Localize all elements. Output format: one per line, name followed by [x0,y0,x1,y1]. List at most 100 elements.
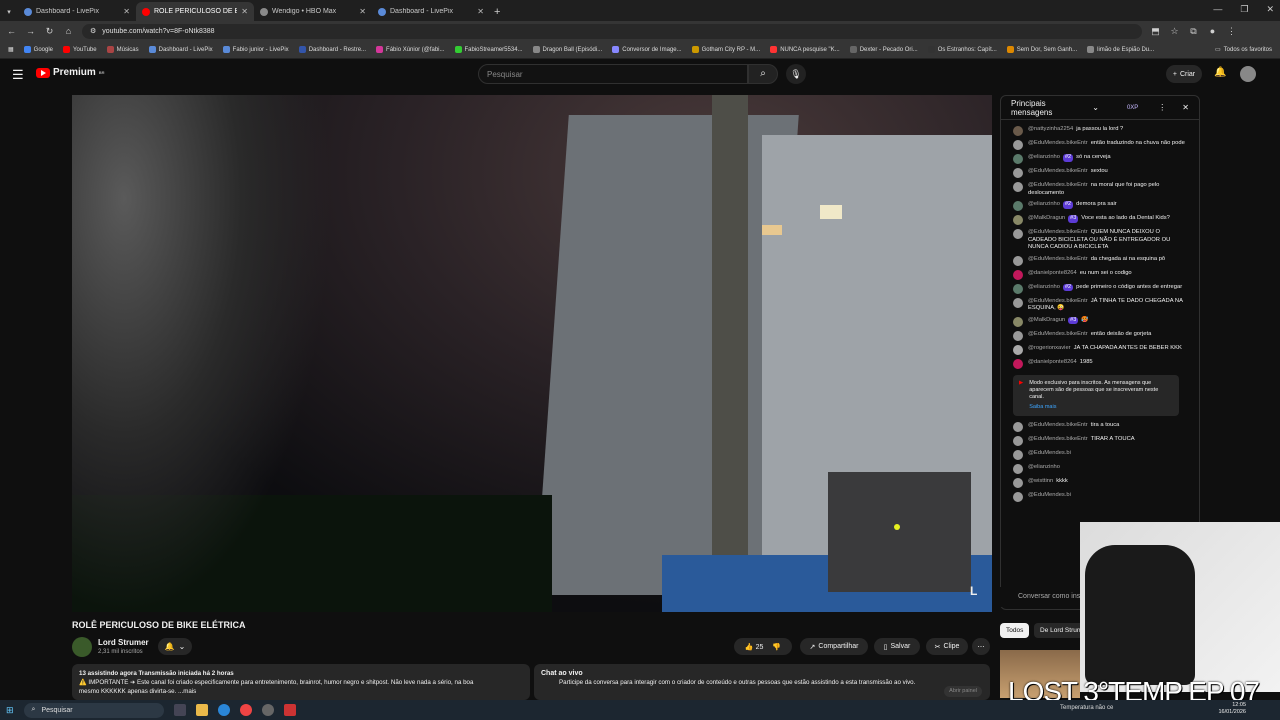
close-icon[interactable]: ✕ [1182,103,1189,112]
file-explorer-icon[interactable] [195,704,208,716]
chrome-icon[interactable] [239,704,252,716]
forward-icon[interactable]: → [25,26,36,36]
chat-avatar[interactable] [1013,201,1023,211]
chat-avatar[interactable] [1013,140,1023,150]
bookmark-item[interactable]: Gotham City RP - M... [691,46,760,53]
profile-icon[interactable]: ● [1207,26,1218,36]
apps-icon[interactable]: ▦ [8,46,14,53]
bookmark-item[interactable]: Sem Dor, Sem Ganh... [1006,46,1077,53]
tab-list-button[interactable]: ▾ [0,2,18,21]
app-icon[interactable] [283,704,296,716]
bookmark-item[interactable]: Fábio Xúnior (@fabi... [376,46,445,53]
chat-author[interactable]: @nattyzinha2254 [1028,126,1073,132]
bookmark-item[interactable]: Google [23,46,53,53]
share-button[interactable]: ↗ Compartilhar [800,638,868,655]
search-input[interactable]: Pesquisar [478,64,748,84]
chat-author[interactable]: @elianzinho [1028,154,1060,160]
channel-name[interactable]: Lord Strumer [98,638,149,647]
chat-author[interactable]: @wisttinn [1028,478,1053,484]
chat-author[interactable]: @EduMendes.bikeEntr [1028,168,1088,174]
close-tab-icon[interactable]: ✕ [359,7,366,16]
chat-avatar[interactable] [1013,344,1023,355]
chat-avatar[interactable] [1013,215,1023,225]
chat-avatar[interactable] [1013,316,1023,327]
bookmark-item[interactable]: Dashboard - LivePix [148,46,213,53]
chat-avatar[interactable] [1013,126,1023,136]
edge-icon[interactable] [217,704,230,716]
chat-avatar[interactable] [1013,168,1023,178]
chat-author[interactable]: @EduMendes.bikeEntr [1028,436,1088,442]
new-tab-icon[interactable]: + [494,2,500,21]
chat-author[interactable]: @EduMendes.bikeEntr [1028,422,1088,428]
chat-avatar[interactable] [1013,449,1023,460]
windows-start-icon[interactable]: ⊞ [6,705,14,716]
chat-avatar[interactable] [1013,297,1023,308]
chat-author[interactable]: @MalkDragun [1028,215,1065,221]
chat-author[interactable]: @EduMendes.bikeEntr [1028,182,1088,188]
bookmark-item[interactable]: Dragon Ball (Episódi... [532,46,602,53]
chat-author[interactable]: @EduMendes.bikeEntr [1028,256,1088,262]
chat-author[interactable]: @elianzinho [1028,201,1060,207]
chat-avatar[interactable] [1013,358,1023,369]
obs-icon[interactable] [261,704,274,716]
reload-icon[interactable]: ↻ [44,26,55,37]
back-icon[interactable]: ← [6,26,17,36]
chat-avatar[interactable] [1013,182,1023,192]
chat-avatar[interactable] [1013,463,1023,474]
chat-avatar[interactable] [1013,229,1023,239]
chat-avatar[interactable] [1013,269,1023,280]
chat-author[interactable]: @rogerionxavier [1028,345,1071,351]
minimize-icon[interactable]: — [1213,4,1222,15]
chat-author[interactable]: @EduMendes.bikeEntr [1028,298,1088,304]
hamburger-menu-icon[interactable]: ☰ [12,67,24,83]
chat-avatar[interactable] [1013,491,1023,502]
chat-avatar[interactable] [1013,330,1023,341]
learn-more-link[interactable]: Saiba mais [1029,404,1173,411]
open-panel-button[interactable]: Abrir painel [944,686,982,697]
close-window-icon[interactable]: ✕ [1266,4,1274,15]
close-tab-icon[interactable]: ✕ [241,7,248,16]
chat-author[interactable]: @EduMendes.bikeEntr [1028,331,1088,337]
chat-author[interactable]: @EduMendes.bi [1028,492,1071,498]
bookmark-item[interactable]: Os Estranhos: Capít... [927,46,997,53]
bookmark-item[interactable]: FabioStreamer5534... [454,46,523,53]
create-button[interactable]: + Criar [1166,65,1202,83]
close-tab-icon[interactable]: ✕ [477,7,484,16]
clip-button[interactable]: ✂ Clipe [926,638,968,655]
close-tab-icon[interactable]: ✕ [123,7,130,16]
bookmark-item[interactable]: Dashboard - Restre... [298,46,366,53]
chat-avatar[interactable] [1013,421,1023,432]
home-icon[interactable]: ⌂ [63,26,74,36]
all-bookmarks[interactable]: ▭ Todos os favoritos [1215,46,1272,54]
more-actions-button[interactable]: ⋯ [972,638,990,655]
bookmark-item[interactable]: NUNCA pesquise "K... [770,46,840,53]
chat-author[interactable]: @elianzinho [1028,284,1060,290]
bookmark-item[interactable]: Fabio junior - LivePix [222,46,289,53]
like-button[interactable]: 👍 25 [745,643,763,651]
chip-from-channel[interactable]: De Lord Strun [1034,623,1087,638]
install-icon[interactable]: ⬒ [1150,26,1161,37]
dislike-button[interactable]: 👎 [772,643,781,651]
browser-tab[interactable]: Dashboard - LivePix ✕ [18,2,136,21]
chat-mode-dropdown[interactable]: Principais mensagens [1011,99,1086,117]
bookmark-item[interactable]: Dexter - Pecado Ori... [849,46,918,53]
xp-badge[interactable]: 0XP [1127,105,1138,111]
notifications-bell-icon[interactable]: 🔔 [1214,67,1226,78]
chat-author[interactable]: @danielponte8264 [1028,270,1077,276]
taskbar-search[interactable]: ⌕ Pesquisar [23,702,164,718]
chat-author[interactable]: @EduMendes.bi [1028,450,1071,456]
bookmark-item[interactable]: Conversor de Image... [612,46,682,53]
chat-author[interactable]: @danielponte8264 [1028,359,1077,365]
subscribe-bell-button[interactable]: 🔔 ⌄ [158,638,192,655]
bookmark-item[interactable]: limão de Espião Du... [1087,46,1154,53]
save-button[interactable]: ▯ Salvar [874,638,920,655]
chat-avatar[interactable] [1013,477,1023,488]
browser-tab[interactable]: Wendigo • HBO Max ✕ [254,2,372,21]
url-field[interactable]: ⚙ youtube.com/watch?v=8F-oNtk8388 [82,23,1142,39]
browser-tab[interactable]: Dashboard - LivePix ✕ [372,2,490,21]
more-icon[interactable]: ⋮ [1158,103,1166,112]
system-clock[interactable]: 12:05 16/01/2026 [1218,702,1246,716]
voice-search-button[interactable]: 🎙 [786,64,806,84]
site-info-icon[interactable]: ⚙ [90,27,96,35]
chat-avatar[interactable] [1013,154,1023,164]
